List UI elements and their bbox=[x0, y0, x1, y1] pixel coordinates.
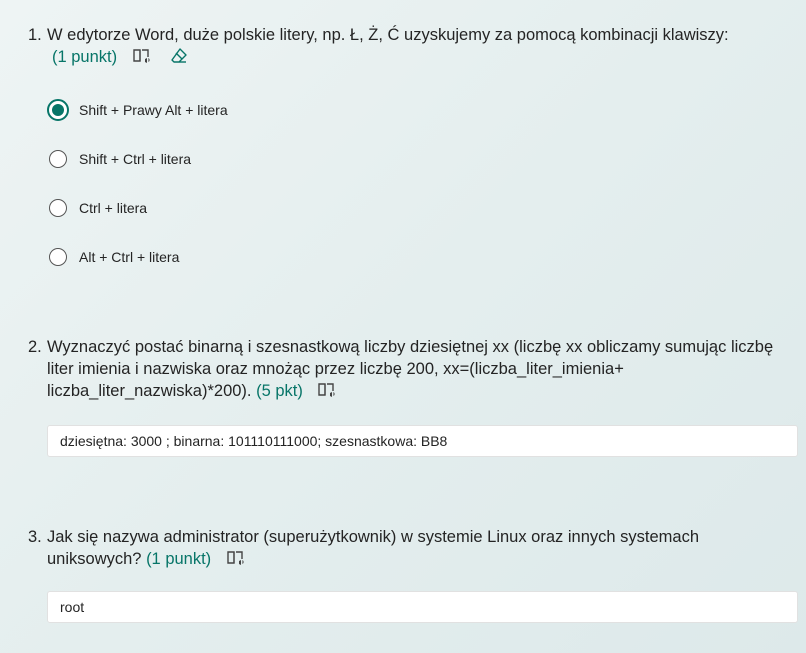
answer-value: dziesiętna: 3000 ; binarna: 101110111000… bbox=[60, 433, 448, 449]
question-3-answer-wrap: root bbox=[28, 591, 798, 623]
radio-button[interactable] bbox=[49, 149, 67, 168]
question-3-text-block: Jak się nazywa administrator (superużytk… bbox=[47, 526, 798, 573]
question-2-text-block: Wyznaczyć postać binarną i szesnastkową … bbox=[47, 336, 798, 405]
question-points: (5 pkt) bbox=[256, 382, 303, 400]
question-number: 2. bbox=[28, 338, 42, 356]
question-points: (1 punkt) bbox=[52, 48, 118, 66]
question-1: 1. W edytorze Word, duże polskie litery, … bbox=[28, 24, 798, 281]
question-text: Wyznaczyć postać binarną i szesnastkową … bbox=[47, 338, 774, 400]
answer-text-field[interactable]: dziesiętna: 3000 ; binarna: 101110111000… bbox=[47, 425, 798, 457]
immersive-reader-icon[interactable] bbox=[317, 381, 337, 405]
immersive-reader-icon[interactable] bbox=[132, 47, 152, 71]
option-label: Ctrl + litera bbox=[79, 199, 148, 216]
question-2-title: 2. Wyznaczyć postać binarną i szesnastko… bbox=[28, 336, 798, 405]
eraser-icon[interactable] bbox=[170, 47, 188, 71]
answer-value: root bbox=[60, 599, 85, 615]
option-shift-prawy-alt[interactable]: Shift + Prawy Alt + litera bbox=[47, 85, 798, 134]
option-label: Shift + Prawy Alt + litera bbox=[79, 101, 228, 118]
question-points: (1 punkt) bbox=[146, 550, 212, 568]
question-3: 3. Jak się nazywa administrator (superuż… bbox=[28, 526, 798, 623]
question-text: W edytorze Word, duże polskie litery, np… bbox=[47, 26, 729, 44]
question-2-answer-wrap: dziesiętna: 3000 ; binarna: 101110111000… bbox=[28, 425, 798, 457]
question-1-title: 1. W edytorze Word, duże polskie litery, … bbox=[28, 24, 798, 46]
radio-button-selected[interactable] bbox=[47, 98, 69, 121]
option-shift-ctrl[interactable]: Shift + Ctrl + litera bbox=[49, 134, 798, 183]
option-label: Shift + Ctrl + litera bbox=[79, 150, 192, 167]
question-text: Jak się nazywa administrator (superużytk… bbox=[47, 528, 699, 568]
radio-button[interactable] bbox=[49, 247, 67, 266]
option-alt-ctrl[interactable]: Alt + Ctrl + litera bbox=[49, 232, 798, 281]
question-1-options: Shift + Prawy Alt + litera Shift + Ctrl … bbox=[28, 85, 798, 281]
option-label: Alt + Ctrl + litera bbox=[79, 248, 180, 265]
question-number: 1. bbox=[28, 26, 42, 44]
option-ctrl[interactable]: Ctrl + litera bbox=[49, 183, 798, 232]
question-3-title: 3. Jak się nazywa administrator (superuż… bbox=[28, 526, 798, 573]
question-1-meta: (1 punkt) bbox=[28, 46, 798, 71]
immersive-reader-icon[interactable] bbox=[226, 549, 246, 573]
answer-text-field[interactable]: root bbox=[47, 591, 798, 623]
radio-button[interactable] bbox=[49, 198, 67, 217]
question-number: 3. bbox=[28, 528, 42, 546]
question-2: 2. Wyznaczyć postać binarną i szesnastko… bbox=[28, 336, 798, 457]
